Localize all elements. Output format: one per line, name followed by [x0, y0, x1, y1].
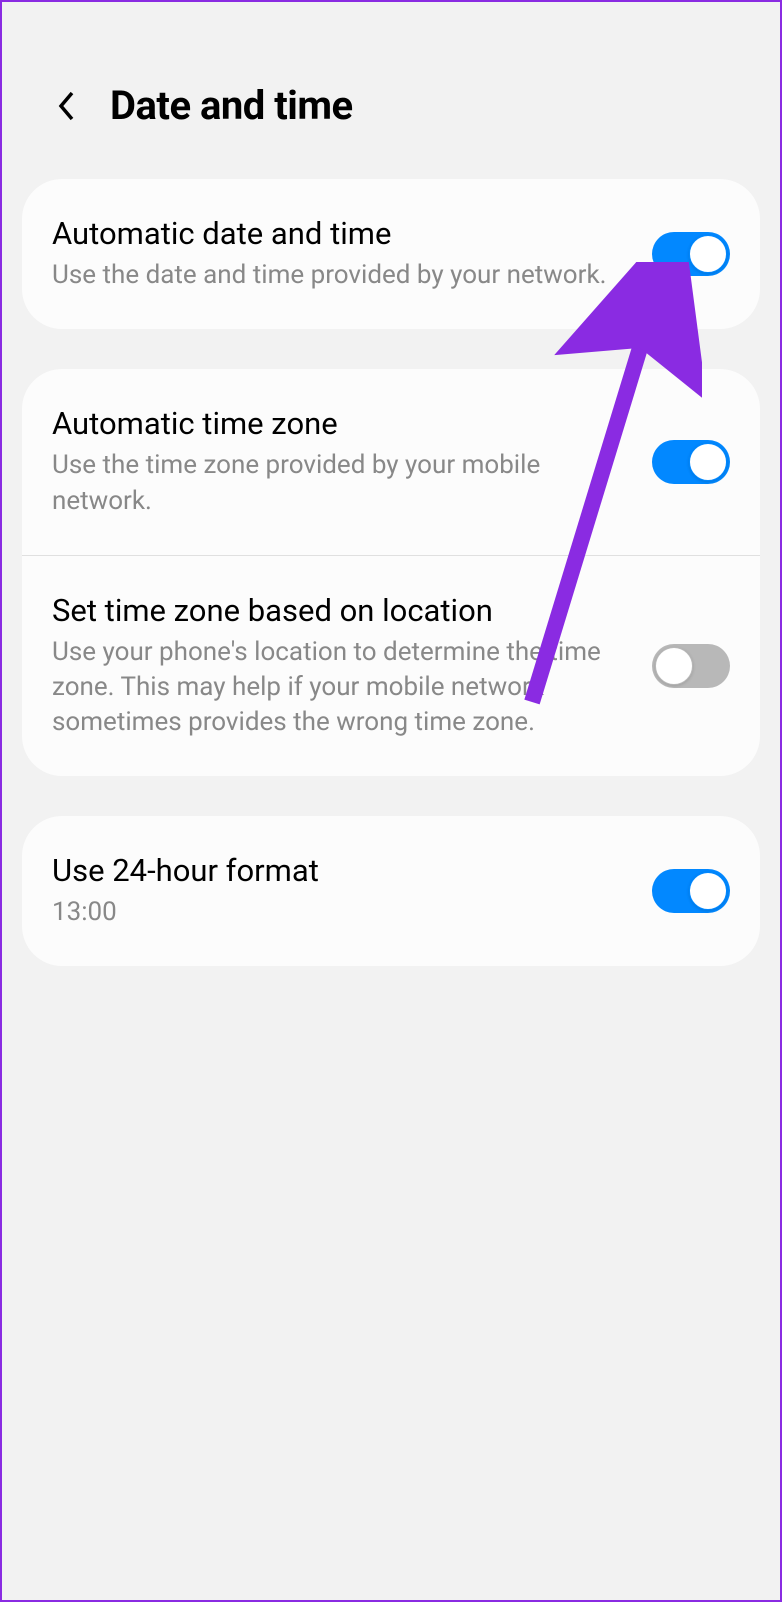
- setting-content: Automatic date and time Use the date and…: [52, 215, 632, 293]
- setting-content: Use 24-hour format 13:00: [52, 852, 632, 930]
- toggle-24h-format[interactable]: [652, 869, 730, 913]
- setting-subtitle: Use your phone's location to determine t…: [52, 635, 632, 740]
- setting-content: Set time zone based on location Use your…: [52, 592, 632, 740]
- toggle-knob: [655, 647, 693, 685]
- toggle-knob: [689, 872, 727, 910]
- header: Date and time: [2, 2, 780, 179]
- setting-24h-format[interactable]: Use 24-hour format 13:00: [22, 816, 760, 966]
- setting-title: Automatic date and time: [52, 215, 632, 252]
- card-24h-format: Use 24-hour format 13:00: [22, 816, 760, 966]
- setting-auto-date-time[interactable]: Automatic date and time Use the date and…: [22, 179, 760, 329]
- page-title: Date and time: [110, 82, 353, 129]
- toggle-auto-date-time[interactable]: [652, 232, 730, 276]
- setting-title: Use 24-hour format: [52, 852, 632, 889]
- setting-content: Automatic time zone Use the time zone pr…: [52, 405, 632, 518]
- setting-auto-time-zone[interactable]: Automatic time zone Use the time zone pr…: [22, 369, 760, 554]
- setting-title: Set time zone based on location: [52, 592, 632, 629]
- back-icon[interactable]: [52, 85, 80, 127]
- card-time-zone: Automatic time zone Use the time zone pr…: [22, 369, 760, 776]
- toggle-auto-time-zone[interactable]: [652, 440, 730, 484]
- toggle-knob: [689, 443, 727, 481]
- setting-subtitle: Use the date and time provided by your n…: [52, 258, 632, 293]
- setting-location-time-zone[interactable]: Set time zone based on location Use your…: [22, 556, 760, 776]
- toggle-location-time-zone[interactable]: [652, 644, 730, 688]
- toggle-knob: [689, 235, 727, 273]
- setting-title: Automatic time zone: [52, 405, 632, 442]
- card-auto-date-time: Automatic date and time Use the date and…: [22, 179, 760, 329]
- setting-subtitle: 13:00: [52, 895, 632, 930]
- setting-subtitle: Use the time zone provided by your mobil…: [52, 448, 632, 518]
